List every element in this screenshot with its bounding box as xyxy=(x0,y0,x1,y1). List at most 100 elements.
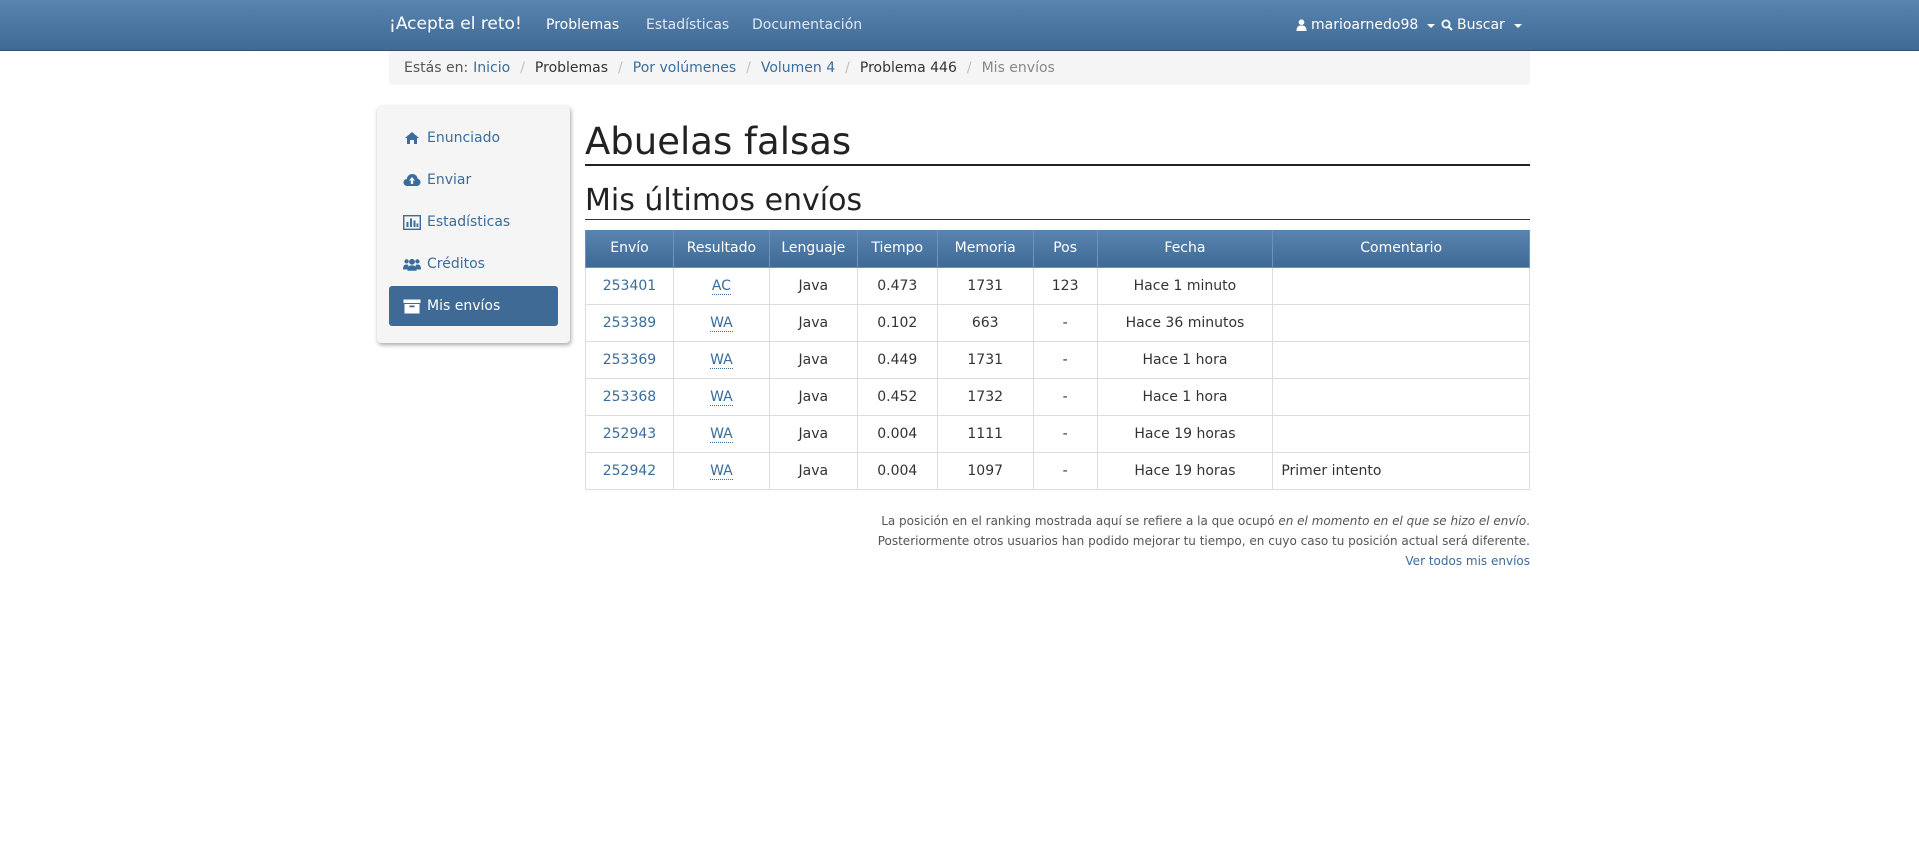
memory-cell: 1731 xyxy=(936,340,1034,379)
table-row: 252942 WA Java 0.004 1097 - Hace 19 hora… xyxy=(585,451,1530,490)
breadcrumb-separator: / xyxy=(845,60,850,76)
table-row: 253389 WA Java 0.102 663 - Hace 36 minut… xyxy=(585,303,1530,342)
nav-estadisticas[interactable]: Estadísticas xyxy=(646,17,729,33)
submission-id-link[interactable]: 253369 xyxy=(603,352,656,368)
sidebar: Enunciado Enviar Estadísticas Créditos M… xyxy=(377,106,570,343)
comment-cell xyxy=(1272,303,1530,342)
column-header: Tiempo xyxy=(856,230,938,268)
users-icon xyxy=(403,256,421,272)
position-cell: - xyxy=(1032,340,1098,379)
breadcrumb-current: Mis envíos xyxy=(981,60,1055,76)
date-cell: Hace 1 minuto xyxy=(1096,266,1274,305)
submission-id-link[interactable]: 252943 xyxy=(603,426,656,442)
brand-link[interactable]: ¡Acepta el reto! xyxy=(389,14,522,34)
column-header: Resultado xyxy=(672,230,770,268)
table-row: 252943 WA Java 0.004 1111 - Hace 19 hora… xyxy=(585,414,1530,453)
breadcrumb-separator: / xyxy=(746,60,751,76)
time-cell: 0.102 xyxy=(856,303,938,342)
view-all-submissions-link[interactable]: Ver todos mis envíos xyxy=(1405,554,1530,568)
position-cell: - xyxy=(1032,414,1098,453)
result-verdict[interactable]: WA xyxy=(710,351,733,369)
language-cell: Java xyxy=(768,266,858,305)
breadcrumb-problemas: Problemas xyxy=(534,60,609,76)
submission-id-link[interactable]: 252942 xyxy=(603,463,656,479)
column-header: Pos xyxy=(1032,230,1098,268)
sidebar-item-label: Estadísticas xyxy=(427,214,511,230)
time-cell: 0.004 xyxy=(856,451,938,490)
submissions-table: Envío Resultado Lenguaje Tiempo Memoria … xyxy=(585,230,1530,490)
breadcrumb-separator: / xyxy=(520,60,525,76)
language-cell: Java xyxy=(768,451,858,490)
section-divider xyxy=(585,219,1530,220)
memory-cell: 1732 xyxy=(936,377,1034,416)
top-navbar: ¡Acepta el reto! Problemas Estadísticas … xyxy=(0,0,1919,51)
time-cell: 0.004 xyxy=(856,414,938,453)
user-icon xyxy=(1296,19,1307,31)
submission-id-link[interactable]: 253401 xyxy=(603,278,656,294)
result-verdict[interactable]: AC xyxy=(711,277,731,295)
result-verdict[interactable]: WA xyxy=(710,314,733,332)
date-cell: Hace 1 hora xyxy=(1096,340,1274,379)
memory-cell: 1111 xyxy=(936,414,1034,453)
position-cell: - xyxy=(1032,451,1098,490)
position-cell: - xyxy=(1032,303,1098,342)
breadcrumb-inicio[interactable]: Inicio xyxy=(473,60,510,76)
submission-id-link[interactable]: 253368 xyxy=(603,389,656,405)
column-header: Envío xyxy=(585,230,674,268)
comment-cell xyxy=(1272,414,1530,453)
submission-id-link[interactable]: 253389 xyxy=(603,315,656,331)
memory-cell: 663 xyxy=(936,303,1034,342)
sidebar-item-label: Enunciado xyxy=(427,130,501,146)
memory-cell: 1097 xyxy=(936,451,1034,490)
sidebar-item-mis-envios[interactable]: Mis envíos xyxy=(389,286,558,326)
language-cell: Java xyxy=(768,414,858,453)
breadcrumb-prefix: Estás en: xyxy=(404,60,469,76)
chevron-down-icon xyxy=(1513,24,1522,28)
breadcrumb: Estás en: Inicio / Problemas / Por volúm… xyxy=(389,51,1530,85)
breadcrumb-separator: / xyxy=(618,60,623,76)
user-menu[interactable]: marioarnedo98 xyxy=(1296,17,1436,33)
sidebar-item-estadisticas[interactable]: Estadísticas xyxy=(389,202,558,242)
comment-cell xyxy=(1272,377,1530,416)
sidebar-item-enviar[interactable]: Enviar xyxy=(389,160,558,200)
nav-documentacion[interactable]: Documentación xyxy=(752,17,862,33)
date-cell: Hace 1 hora xyxy=(1096,377,1274,416)
language-cell: Java xyxy=(768,303,858,342)
search-menu[interactable]: Buscar xyxy=(1441,17,1522,33)
breadcrumb-volumen[interactable]: Volumen 4 xyxy=(761,60,835,76)
ranking-note-end: . xyxy=(1526,514,1530,528)
column-header: Fecha xyxy=(1096,230,1274,268)
position-cell: 123 xyxy=(1032,266,1098,305)
archive-icon xyxy=(403,298,421,314)
chevron-down-icon xyxy=(1427,24,1436,28)
ranking-note-emphasis: en el momento en el que se hizo el envío xyxy=(1278,514,1527,528)
breadcrumb-por-volumenes[interactable]: Por volúmenes xyxy=(633,60,736,76)
column-header: Comentario xyxy=(1272,230,1530,268)
sidebar-item-creditos[interactable]: Créditos xyxy=(389,244,558,284)
sidebar-item-enunciado[interactable]: Enunciado xyxy=(389,118,558,158)
language-cell: Java xyxy=(768,340,858,379)
language-cell: Java xyxy=(768,377,858,416)
result-verdict[interactable]: WA xyxy=(710,462,733,480)
result-verdict[interactable]: WA xyxy=(710,388,733,406)
column-header: Lenguaje xyxy=(768,230,858,268)
sidebar-item-label: Mis envíos xyxy=(427,298,501,314)
sidebar-item-label: Enviar xyxy=(427,172,472,188)
date-cell: Hace 19 horas xyxy=(1096,451,1274,490)
time-cell: 0.473 xyxy=(856,266,938,305)
time-cell: 0.452 xyxy=(856,377,938,416)
breadcrumb-problema: Problema 446 xyxy=(859,60,957,76)
nav-problemas[interactable]: Problemas xyxy=(546,17,619,33)
result-verdict[interactable]: WA xyxy=(710,425,733,443)
section-title: Mis últimos envíos xyxy=(585,183,863,218)
table-row: 253369 WA Java 0.449 1731 - Hace 1 hora xyxy=(585,340,1530,379)
bar-chart-icon xyxy=(403,214,421,230)
position-cell: - xyxy=(1032,377,1098,416)
table-header-row: Envío Resultado Lenguaje Tiempo Memoria … xyxy=(585,230,1530,268)
breadcrumb-separator: / xyxy=(966,60,972,76)
comment-cell xyxy=(1272,340,1530,379)
comment-cell xyxy=(1272,266,1530,305)
username-label: marioarnedo98 xyxy=(1311,17,1419,33)
sidebar-item-label: Créditos xyxy=(427,256,485,272)
comment-cell: Primer intento xyxy=(1272,451,1530,490)
